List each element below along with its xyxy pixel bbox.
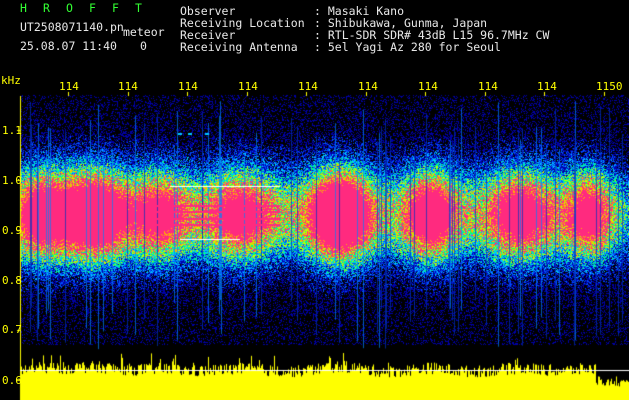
x-tick-label: 114 [238,80,258,93]
x-tick-label: 114 [298,80,318,93]
x-tick-label: 1150 [596,80,623,93]
title-letter: F [112,1,119,15]
y-tick-label: 0.6 [2,374,22,387]
spectrogram-canvas [0,0,629,400]
y-tick-label: 1.0 [2,174,22,187]
title-letter: H [20,1,27,15]
filename-label: UT2508071140.pn [20,20,124,34]
x-tick-label: 114 [118,80,138,93]
x-tick-label: 114 [178,80,198,93]
title-letter: T [135,1,142,15]
datetime-label: 25.08.07 11:40 [20,39,117,53]
title-letter: O [66,1,73,15]
title-letter: F [89,1,96,15]
x-tick-label: 114 [478,80,498,93]
title-letter: R [43,1,50,15]
x-tick-label: 114 [59,80,79,93]
x-tick-label: 114 [418,80,438,93]
meta-label-antenna: Receiving Antenna [180,40,298,54]
x-tick-label: 114 [537,80,557,93]
y-axis-unit: kHz [1,74,21,87]
meta-value-antenna: : 5el Yagi Az 280 for Seoul [314,40,501,54]
mode-label: meteor [123,25,165,39]
y-tick-label: 0.7 [2,323,22,336]
y-tick-label: 0.8 [2,274,22,287]
y-tick-label: 1.1 [2,124,22,137]
y-tick-label: 0.9 [2,224,22,237]
x-tick-label: 114 [358,80,378,93]
count-label: 0 [140,39,147,53]
